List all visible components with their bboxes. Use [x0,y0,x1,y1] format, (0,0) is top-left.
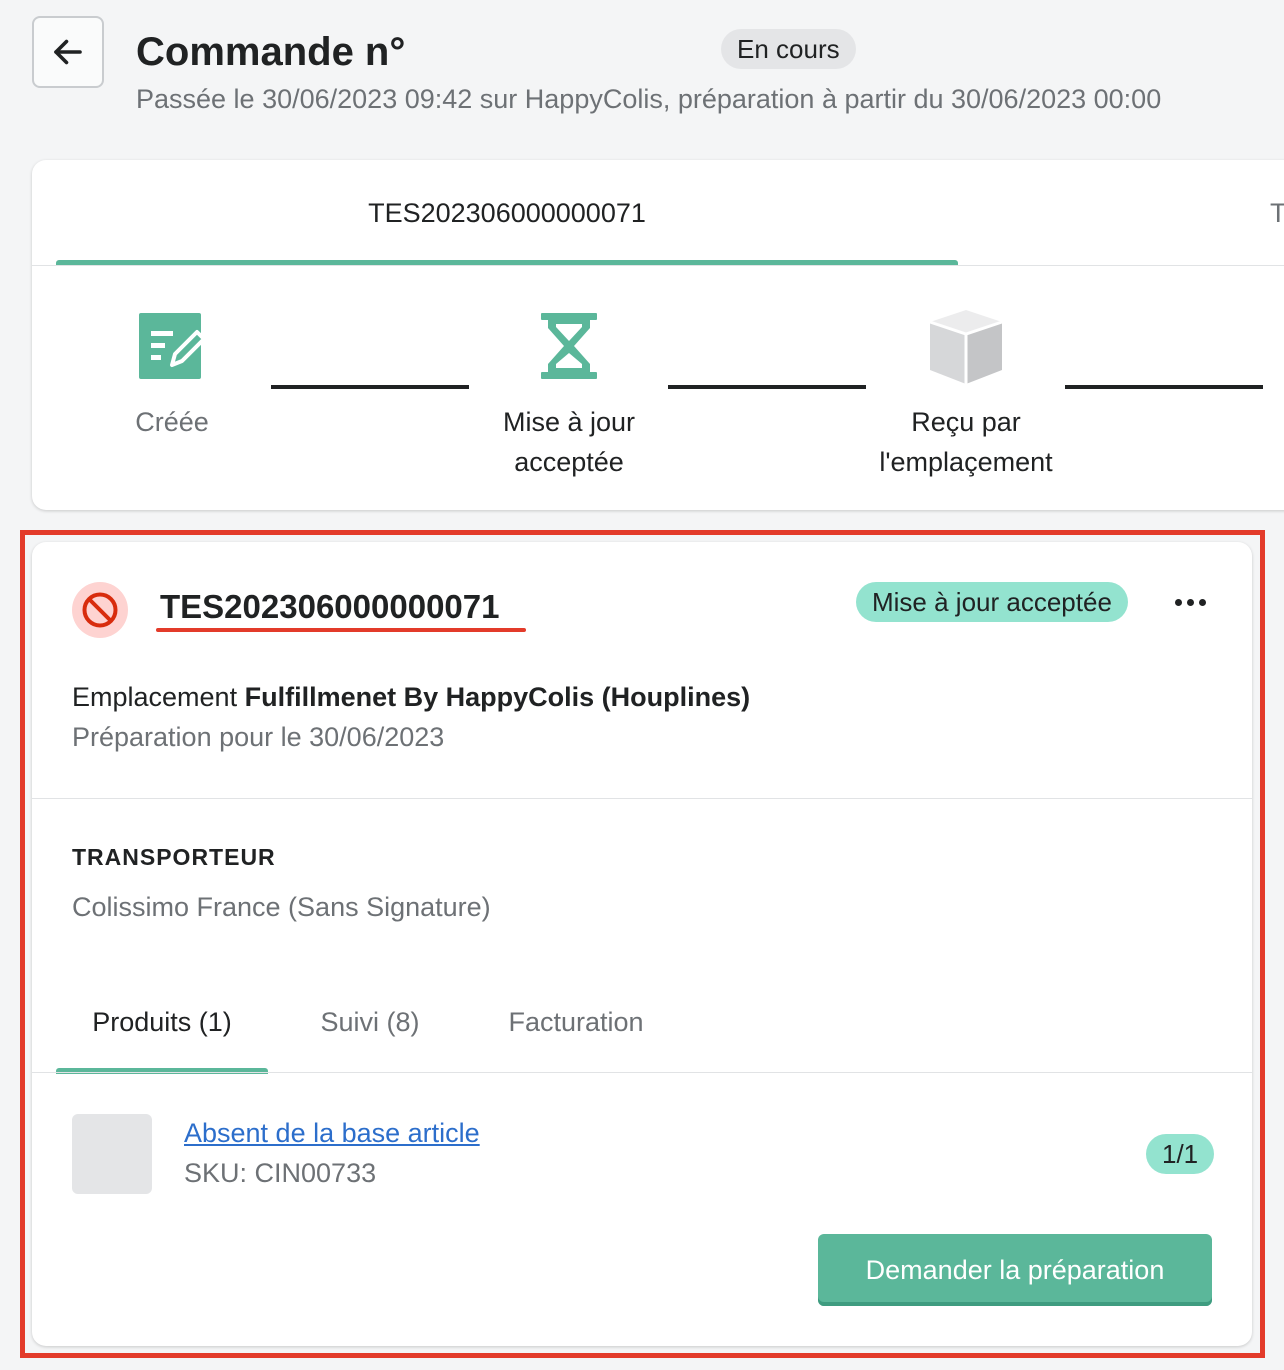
product-thumbnail [72,1114,152,1194]
tab-divider [32,1072,1252,1073]
edit-note-icon [132,306,212,386]
dot-icon [1198,598,1206,606]
step-label-received: Reçu par l'emplaçement [836,402,1096,482]
product-name-link[interactable]: Absent de la base article [184,1118,480,1149]
shipment-reference: TES202306000000071 [160,588,500,625]
request-preparation-button[interactable]: Demander la préparation [818,1234,1212,1306]
step-label-line: Mise à jour [502,407,636,437]
preparation-date: Préparation pour le 30/06/2023 [72,722,445,752]
progress-step-update-accepted: Mise à jour acceptée [439,306,699,482]
tab-divider [32,265,1284,266]
tab-products[interactable]: Produits (1) [56,972,268,1072]
package-box-icon [926,306,1006,386]
progress-step-created: Créée [42,306,302,442]
reference-underline [156,628,526,632]
product-quantity-badge: 1/1 [1146,1134,1215,1174]
location-name: Fulfillmenet By HappyColis (Houplines) [244,682,751,712]
progress-step-received: Reçu par l'emplaçement [836,306,1096,482]
order-status-badge: En cours [721,29,856,69]
product-sku: SKU: CIN00733 [184,1158,377,1188]
back-button[interactable] [32,16,104,88]
step-connector [1065,385,1263,389]
location-prefix: Emplacement [72,682,238,712]
blocked-icon [72,582,128,638]
dot-icon [1186,598,1194,606]
tab-shipment-2[interactable]: T [1270,160,1284,266]
hourglass-icon [529,306,609,386]
page-title: Commande n° [136,30,406,74]
step-label-created: Créée [135,407,209,437]
step-label-update-accepted: Mise à jour acceptée [439,402,699,482]
carrier-value: Colissimo France (Sans Signature) [72,892,491,922]
arrow-left-icon [54,39,82,65]
tab-tracking[interactable]: Suivi (8) [296,972,444,1072]
order-subtitle: Passée le 30/06/2023 09:42 sur HappyColi… [136,84,1162,114]
shipment-detail-card: TES202306000000071 Mise à jour acceptée … [32,542,1252,1346]
tab-shipment-1[interactable]: TES202306000000071 [56,160,958,266]
shipment-progress-card: TES202306000000071 T Créée Mise à jour a… [32,160,1284,510]
dot-icon [1174,598,1182,606]
section-divider [32,798,1252,799]
step-label-line: Reçu par [911,407,1021,437]
step-label-line: acceptée [514,447,624,477]
step-label-line: l'emplaçement [879,447,1053,477]
shipment-status-badge: Mise à jour acceptée [856,582,1128,622]
carrier-heading: TRANSPORTEUR [72,844,276,870]
location-line: Emplacement Fulfillmenet By HappyColis (… [72,682,750,713]
more-actions-button[interactable] [1168,584,1212,620]
tab-billing[interactable]: Facturation [484,972,668,1072]
active-tab-indicator [56,1068,268,1074]
